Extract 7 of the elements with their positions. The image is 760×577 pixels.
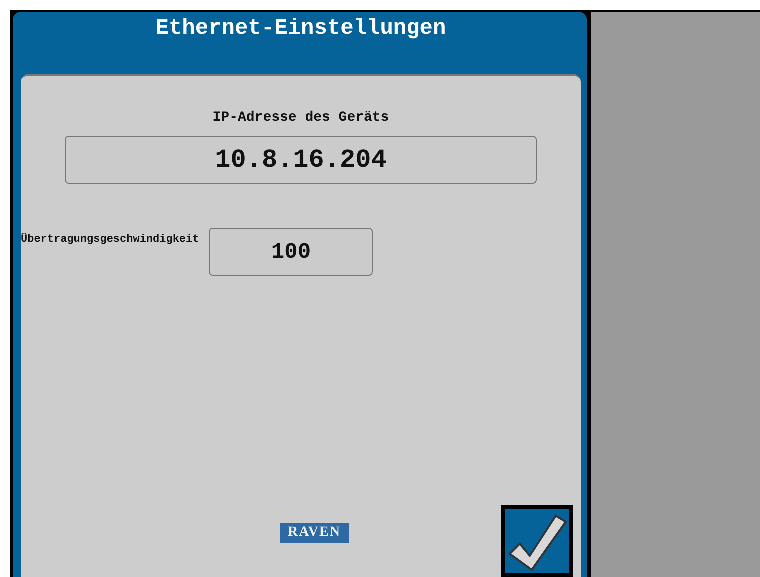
field-label: IP-Adresse des Geräts	[212, 110, 390, 126]
speed-field[interactable]: 100	[209, 228, 374, 276]
logo: RAVEN	[280, 523, 349, 543]
field-label: Übertragungsgeschwindigkeit	[21, 234, 200, 246]
confirm-button[interactable]	[501, 505, 573, 577]
ip-address-field[interactable]: 10.8.16.204	[65, 136, 537, 184]
window-title: Ethernet-Einstellungen	[154, 15, 448, 43]
